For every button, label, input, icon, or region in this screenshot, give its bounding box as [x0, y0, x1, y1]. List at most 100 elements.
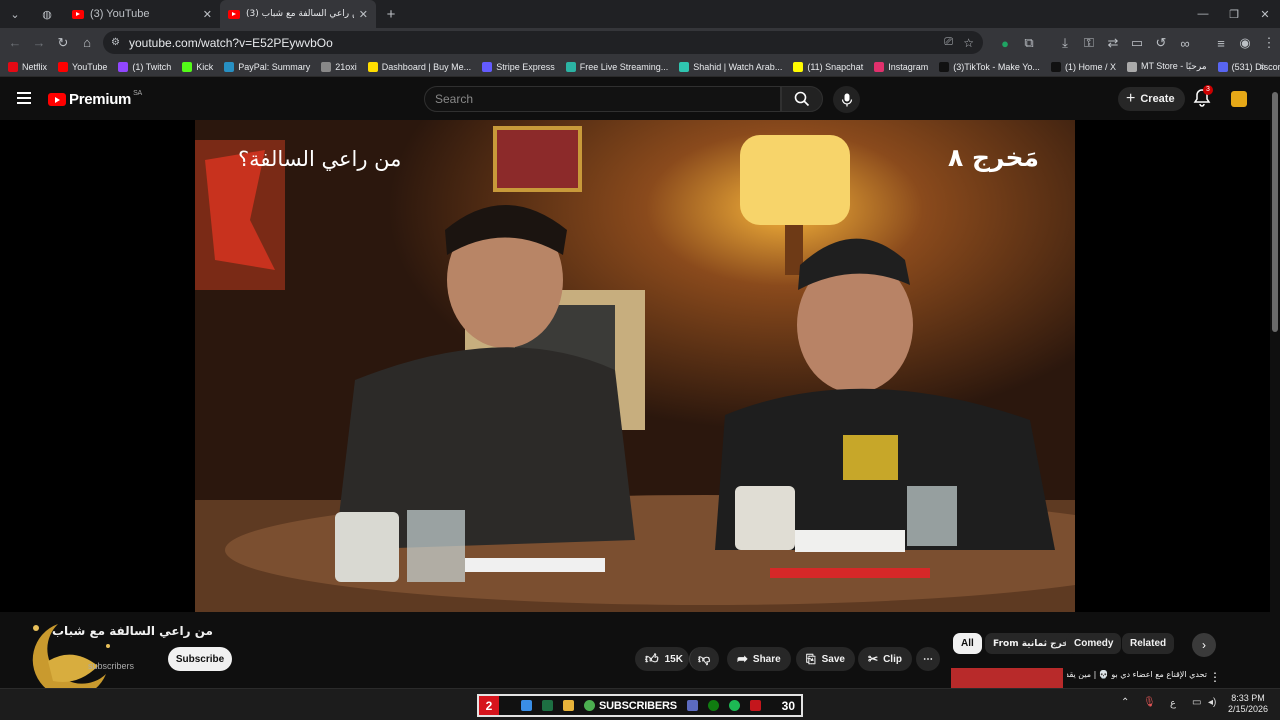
bookmark-item[interactable]: (1) Home / X: [1050, 61, 1116, 72]
new-tab-icon[interactable]: +: [380, 3, 402, 25]
app-icon[interactable]: [686, 700, 698, 711]
cast-icon[interactable]: ⎚: [944, 36, 953, 49]
save-button[interactable]: ⎘ Save: [796, 647, 855, 671]
puzzle-extensions-icon[interactable]: ⧉: [1017, 31, 1041, 55]
windows-start-icon[interactable]: [521, 700, 532, 711]
bookmark-favicon-icon: [1126, 61, 1137, 72]
subscribe-button[interactable]: Subscribe: [168, 647, 232, 671]
bookmark-favicon-icon: [182, 61, 193, 72]
adobe-icon[interactable]: [749, 700, 761, 711]
bookmark-item[interactable]: MT Store - مرحبًا: [1126, 61, 1207, 72]
bookmark-label: (11) Snapchat: [807, 61, 864, 72]
chip-related[interactable]: Related: [1122, 633, 1175, 654]
extension-icon[interactable]: ●: [993, 31, 1017, 55]
bookmark-favicon-icon: [321, 61, 332, 72]
translate-icon[interactable]: ⇄: [1101, 31, 1125, 55]
key-icon[interactable]: ⚿: [1077, 31, 1101, 55]
hamburger-menu-icon[interactable]: [17, 92, 31, 104]
clip-button[interactable]: ✂ Clip: [858, 647, 912, 671]
tab-youtube[interactable]: (3) YouTube ✕: [64, 0, 220, 28]
maximize-icon[interactable]: ❐: [1217, 0, 1251, 28]
bookmark-item[interactable]: Kick: [182, 61, 213, 72]
bookmark-item[interactable]: 21oxi: [321, 61, 357, 72]
youtube-premium-logo[interactable]: Premium SA: [48, 90, 142, 108]
like-count: 15K: [664, 653, 683, 665]
bookmark-star-icon[interactable]: ☆: [963, 36, 974, 50]
tray-mic-icon[interactable]: 🎙︎: [1143, 697, 1156, 708]
profile-icon[interactable]: ◉: [1233, 31, 1257, 55]
scrollbar-thumb[interactable]: [1272, 92, 1278, 332]
bookmark-item[interactable]: Stripe Express: [482, 61, 555, 72]
bookmark-item[interactable]: (531) Discord | Frien...: [1217, 61, 1280, 72]
close-icon[interactable]: ✕: [203, 8, 212, 21]
file-explorer-icon[interactable]: [563, 700, 574, 711]
playlist-icon[interactable]: ≡: [1209, 31, 1233, 55]
excel-icon[interactable]: [542, 700, 553, 711]
search-icon: [794, 91, 810, 107]
bookmark-item[interactable]: Netflix: [8, 61, 47, 72]
site-info-icon[interactable]: ⚙: [111, 37, 120, 48]
bookmark-label: 21oxi: [335, 61, 357, 72]
window-close-icon[interactable]: ✕: [1248, 0, 1280, 28]
reload-icon[interactable]: ↻: [51, 31, 75, 55]
volume-icon[interactable]: ◂): [1208, 697, 1216, 708]
bookmark-item[interactable]: (1) Twitch: [118, 61, 171, 72]
search-button[interactable]: [781, 86, 823, 112]
subscribers-label: SUBSCRIBERS: [599, 699, 677, 712]
related-video-item[interactable]: تحدي الإقناع مع اعضاء دي بو 💀 | مين يقدر…: [951, 668, 1251, 688]
chip-all[interactable]: All: [953, 633, 982, 654]
menu-icon[interactable]: ⋮: [1257, 31, 1280, 55]
subscribers-count: 30: [781, 698, 795, 713]
network-icon[interactable]: ▭: [1192, 697, 1201, 708]
bookmark-item[interactable]: Free Live Streaming...: [565, 61, 668, 72]
like-button[interactable]: 👍︎ 15K: [635, 647, 689, 671]
card-icon[interactable]: ▭: [1125, 31, 1149, 55]
forward-icon[interactable]: →: [27, 31, 51, 55]
tab-video[interactable]: (3) من راعي السالفة مع شباب ✕: [220, 0, 376, 28]
video-frame[interactable]: [195, 120, 1075, 612]
bookmark-item[interactable]: PayPal: Summary: [224, 61, 310, 72]
bookmark-favicon-icon: [8, 61, 18, 72]
bookmark-item[interactable]: Instagram: [874, 61, 929, 72]
more-actions-button[interactable]: ⋯: [916, 647, 940, 671]
link-icon[interactable]: ∞: [1173, 31, 1197, 55]
back-icon[interactable]: ←: [3, 31, 27, 55]
share-button[interactable]: ➦ Share: [727, 647, 791, 671]
chips-next-button[interactable]: ›: [1192, 633, 1216, 657]
bookmark-label: Instagram: [888, 61, 929, 72]
voice-search-button[interactable]: [833, 86, 860, 113]
home-icon[interactable]: ⌂: [75, 31, 99, 55]
page-scrollbar[interactable]: [1270, 78, 1280, 688]
bookmark-item[interactable]: Shahid | Watch Arab...: [679, 61, 782, 72]
download-icon[interactable]: ⤓: [1053, 31, 1077, 55]
minimize-icon[interactable]: —: [1186, 0, 1220, 28]
system-clock[interactable]: 8:33 PM 2/15/2026: [1228, 693, 1268, 715]
bookmark-item[interactable]: (11) Snapchat: [793, 61, 864, 72]
create-button[interactable]: + Create: [1118, 87, 1185, 111]
input-language[interactable]: ع: [1170, 698, 1176, 709]
related-more-icon[interactable]: ⋮: [1209, 670, 1221, 684]
tab-search-icon[interactable]: ⌄: [4, 3, 26, 25]
bookmark-label: Stripe Express: [496, 61, 555, 72]
globe-icon[interactable]: ◍: [36, 3, 58, 25]
history-icon[interactable]: ↺: [1149, 31, 1173, 55]
xbox-icon[interactable]: [707, 700, 719, 711]
account-avatar[interactable]: [1231, 91, 1247, 107]
chip-comedy[interactable]: Comedy: [1066, 633, 1122, 654]
bookmark-item[interactable]: (3)TikTok - Make Yo...: [939, 61, 1040, 72]
clock-time: 8:33 PM: [1231, 693, 1265, 703]
bookmark-favicon-icon: [1217, 61, 1228, 72]
tray-chevron-icon[interactable]: ⌃: [1121, 697, 1129, 708]
scissors-icon: ✂: [868, 652, 879, 666]
bookmarks-overflow-icon[interactable]: »: [1260, 61, 1266, 73]
bookmark-item[interactable]: Dashboard | Buy Me...: [367, 61, 471, 72]
spotify-icon[interactable]: [728, 700, 740, 711]
dislike-button[interactable]: 👎︎: [689, 647, 719, 671]
chrome-icon[interactable]: [584, 700, 595, 711]
address-bar[interactable]: ⚙ youtube.com/watch?v=E52PEywvbOo ⎚ ☆: [103, 31, 983, 54]
share-icon: ➦: [737, 651, 748, 666]
bookmark-favicon-icon: [224, 61, 235, 72]
search-input[interactable]: Search: [424, 86, 781, 112]
close-icon[interactable]: ✕: [359, 8, 368, 21]
bookmark-item[interactable]: YouTube: [58, 61, 107, 72]
